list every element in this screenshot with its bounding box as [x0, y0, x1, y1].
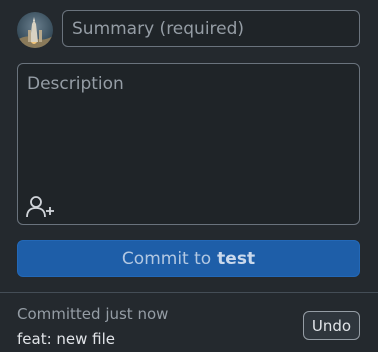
commit-button[interactable]: Commit to test: [17, 240, 360, 277]
description-input[interactable]: [18, 64, 359, 190]
last-commit-message: feat: new file: [17, 330, 116, 348]
avatar-image: [17, 12, 53, 48]
last-commit-status: Committed just now: [17, 305, 169, 323]
summary-input[interactable]: [62, 10, 360, 47]
commit-button-label: Commit to: [121, 248, 212, 269]
description-box: [17, 63, 360, 225]
divider: [0, 292, 378, 293]
person-add-icon: [26, 196, 54, 218]
commit-branch-name: test: [217, 248, 256, 269]
undo-button[interactable]: Undo: [303, 311, 360, 340]
add-coauthor-button[interactable]: [25, 195, 55, 219]
avatar: [17, 12, 53, 48]
